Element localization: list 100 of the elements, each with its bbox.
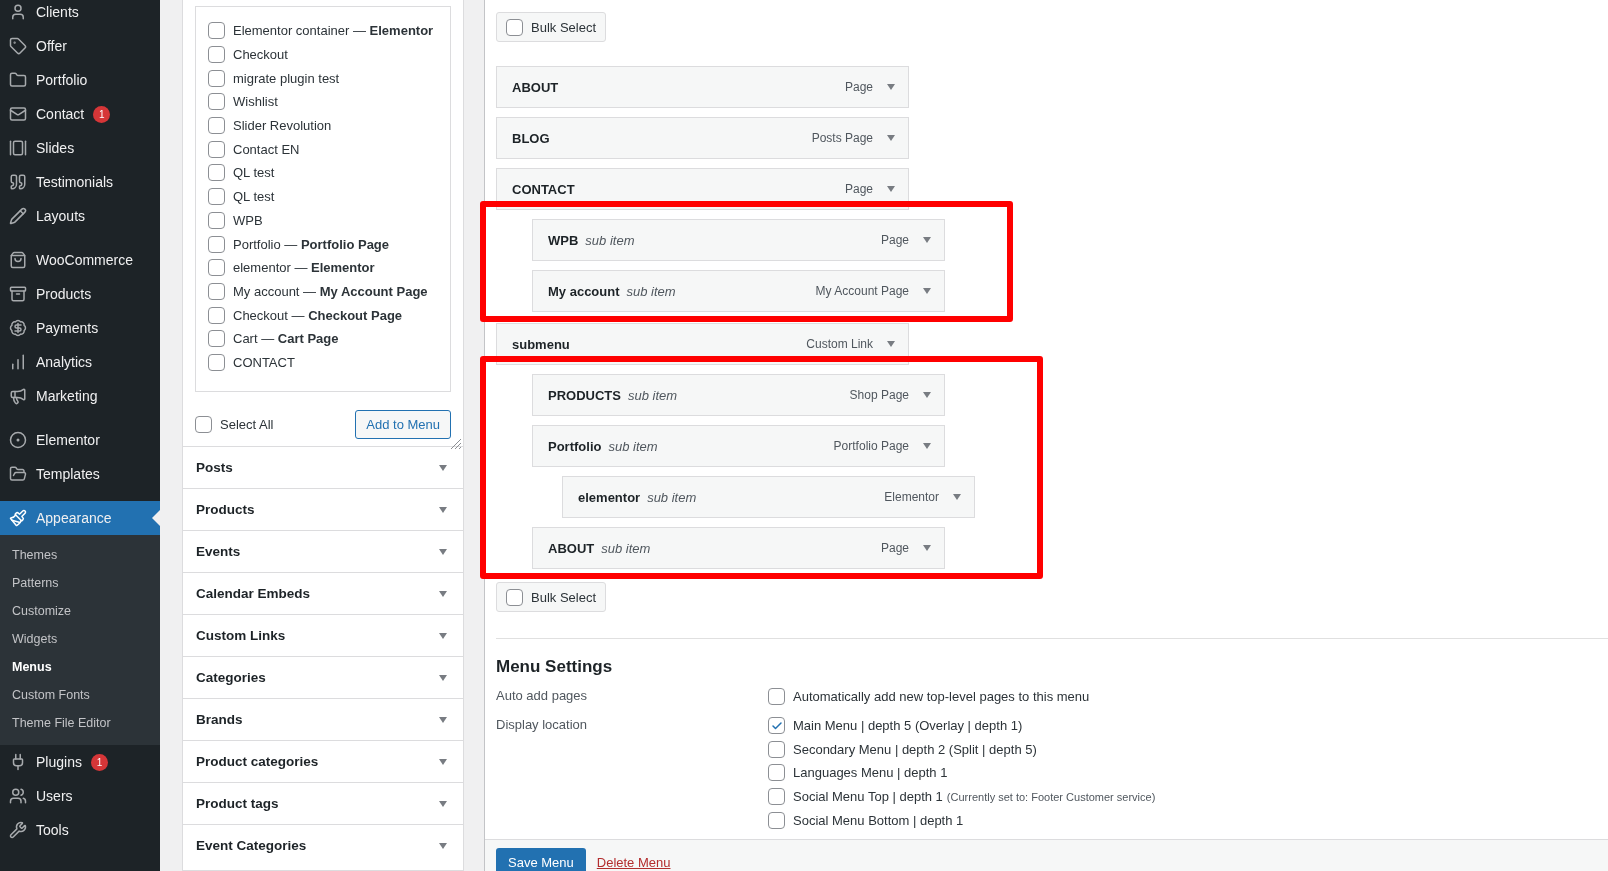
caret-icon[interactable] (923, 443, 931, 449)
checkbox[interactable] (208, 306, 225, 324)
checkbox[interactable] (208, 140, 225, 158)
caret-icon[interactable] (887, 135, 895, 141)
accordion-section[interactable]: Posts (183, 446, 463, 488)
caret-icon[interactable] (439, 506, 447, 513)
accordion-section[interactable]: Products (183, 488, 463, 530)
caret-icon[interactable] (923, 288, 931, 294)
admin-menu-item[interactable]: Testimonials (0, 165, 160, 199)
admin-menu-item[interactable]: Appearance (0, 501, 160, 535)
checkbox[interactable] (208, 330, 225, 348)
admin-menu-item[interactable]: Contact 1 (0, 97, 160, 131)
admin-menu-item[interactable]: Layouts (0, 199, 160, 233)
megaphone-icon (9, 387, 27, 405)
checkbox[interactable] (208, 282, 225, 300)
menu-item-bar[interactable]: BLOG Posts Page (496, 117, 909, 159)
admin-menu-item[interactable]: Users (0, 779, 160, 813)
submenu-item[interactable]: Menus (0, 653, 160, 681)
accordion-section[interactable]: Brands (183, 698, 463, 740)
admin-menu-item[interactable]: Templates (0, 457, 160, 491)
caret-icon[interactable] (923, 237, 931, 243)
caret-icon[interactable] (439, 674, 447, 681)
save-menu-button[interactable]: Save Menu (496, 848, 586, 871)
admin-menu-item[interactable]: Tools (0, 813, 160, 847)
caret-icon[interactable] (953, 494, 961, 500)
accordion-section[interactable]: Calendar Embeds (183, 572, 463, 614)
submenu-item[interactable]: Customize (0, 597, 160, 625)
checkbox[interactable] (208, 353, 225, 371)
menu-item-bar[interactable]: ABOUT Page (496, 66, 909, 108)
submenu-item[interactable]: Custom Fonts (0, 681, 160, 709)
checkbox[interactable] (208, 259, 225, 277)
checkbox[interactable] (208, 46, 225, 64)
caret-icon[interactable] (439, 800, 447, 807)
menu-item-bar[interactable]: PRODUCTS sub item Shop Page (532, 374, 945, 416)
checkbox[interactable] (768, 740, 785, 758)
menu-item-bar[interactable]: WPB sub item Page (532, 219, 945, 261)
accordion-section[interactable]: Custom Links (183, 614, 463, 656)
delete-menu-link[interactable]: Delete Menu (596, 855, 671, 871)
accordion-section[interactable]: Product tags (183, 782, 463, 824)
submenu-item[interactable]: Theme File Editor (0, 709, 160, 737)
admin-menu-item[interactable]: Slides (0, 131, 160, 165)
checkbox[interactable] (208, 211, 225, 229)
checkbox[interactable] (768, 811, 785, 829)
checkbox[interactable] (768, 788, 785, 806)
checkbox[interactable] (208, 22, 225, 40)
caret-icon[interactable] (439, 632, 447, 639)
caret-icon[interactable] (439, 842, 447, 849)
admin-menu-item[interactable]: Products (0, 277, 160, 311)
admin-menu-item[interactable]: Analytics (0, 345, 160, 379)
admin-menu-label: Analytics (36, 354, 93, 370)
bulk-select-button[interactable]: Bulk Select (496, 582, 607, 612)
admin-menu-item[interactable]: Offer (0, 29, 160, 63)
caret-icon[interactable] (439, 758, 447, 765)
checkbox[interactable] (208, 235, 225, 253)
admin-menu-item[interactable]: Portfolio (0, 63, 160, 97)
checkbox[interactable] (768, 764, 785, 782)
checkbox[interactable] (506, 588, 523, 606)
caret-icon[interactable] (887, 84, 895, 90)
caret-icon[interactable] (923, 392, 931, 398)
menu-item-type: My Account Page (815, 284, 909, 298)
checkbox[interactable] (208, 69, 225, 87)
admin-menu-item[interactable]: Payments (0, 311, 160, 345)
admin-menu-item[interactable]: WooCommerce (0, 243, 160, 277)
caret-icon[interactable] (439, 590, 447, 597)
menu-item-bar[interactable]: elementor sub item Elementor (562, 476, 975, 518)
menu-item-bar[interactable]: My account sub item My Account Page (532, 270, 945, 312)
admin-menu-item[interactable]: Marketing (0, 379, 160, 413)
submenu-item[interactable]: Patterns (0, 569, 160, 597)
checkbox[interactable] (768, 717, 785, 735)
submenu-item[interactable]: Themes (0, 541, 160, 569)
menu-item-note: sub item (626, 283, 676, 299)
caret-icon[interactable] (439, 716, 447, 723)
accordion-section[interactable]: Categories (183, 656, 463, 698)
checkbox[interactable] (768, 688, 785, 706)
caret-icon[interactable] (439, 464, 447, 471)
submenu-item[interactable]: Widgets (0, 625, 160, 653)
admin-menu-item[interactable]: Plugins 1 (0, 745, 160, 779)
accordion-section[interactable]: Event Categories (183, 824, 463, 866)
caret-icon[interactable] (439, 548, 447, 555)
caret-icon[interactable] (887, 186, 895, 192)
checkbox[interactable] (208, 188, 225, 206)
admin-menu-item[interactable]: Elementor (0, 423, 160, 457)
checkbox[interactable] (195, 415, 212, 433)
caret-icon[interactable] (887, 341, 895, 347)
page-option-label: Elementor container — Elementor (233, 23, 434, 39)
caret-icon[interactable] (923, 545, 931, 551)
page-option-label: QL test (233, 189, 275, 205)
add-to-menu-button[interactable]: Add to Menu (355, 409, 451, 439)
accordion-section[interactable]: Product categories (183, 740, 463, 782)
checkbox[interactable] (208, 117, 225, 135)
menu-item-bar[interactable]: Portfolio sub item Portfolio Page (532, 425, 945, 467)
bulk-select-button[interactable]: Bulk Select (496, 12, 607, 42)
accordion-section[interactable]: Events (183, 530, 463, 572)
admin-menu-item[interactable]: Clients (0, 0, 160, 29)
checkbox[interactable] (208, 93, 225, 111)
menu-item-bar[interactable]: ABOUT sub item Page (532, 527, 945, 569)
select-all-label: Select All (220, 416, 274, 432)
resize-grip-icon[interactable] (450, 438, 462, 450)
checkbox[interactable] (506, 18, 523, 36)
checkbox[interactable] (208, 164, 225, 182)
